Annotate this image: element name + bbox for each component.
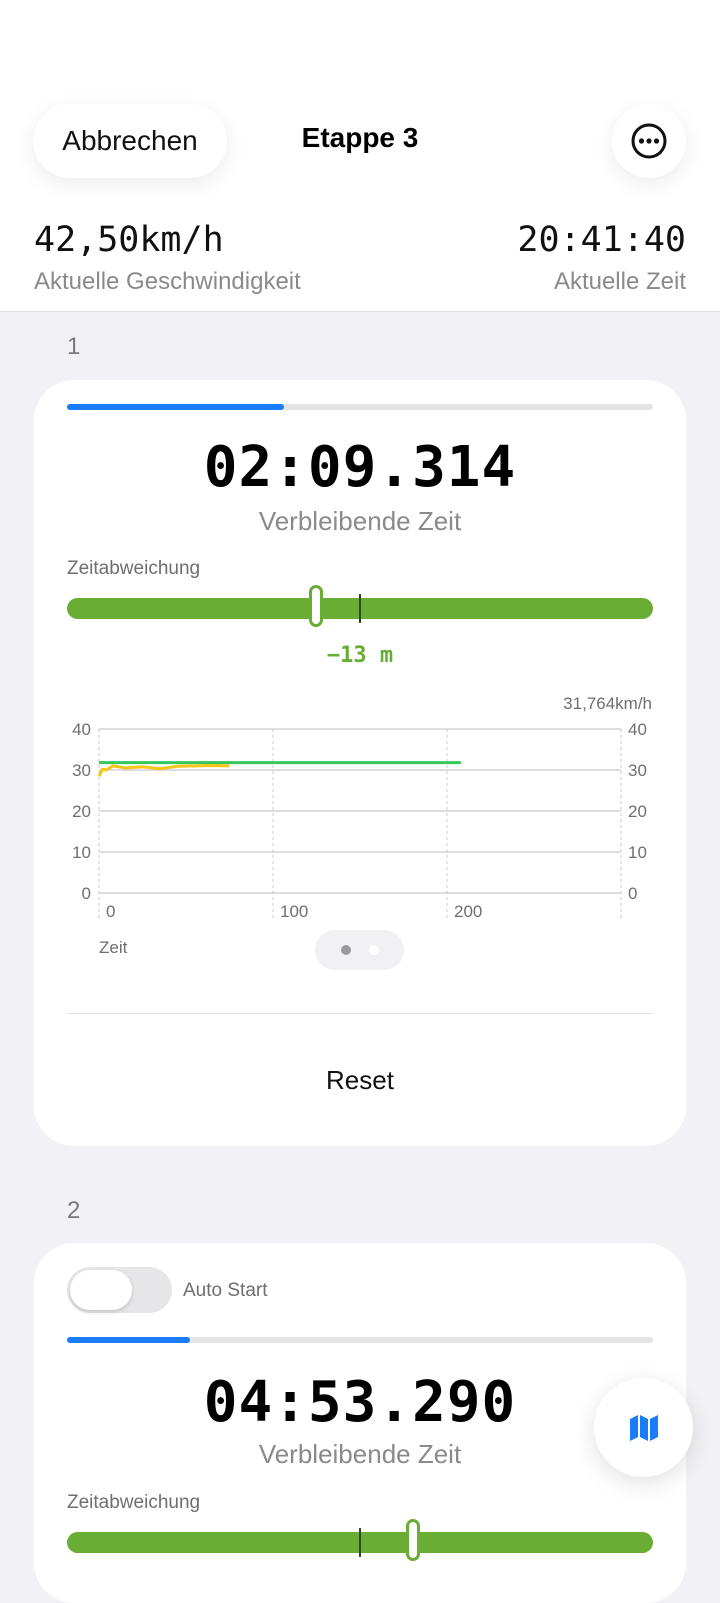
toggle-knob <box>70 1270 132 1310</box>
remaining-time: 02:09.314 <box>203 435 517 500</box>
stage-number: 2 <box>67 1197 81 1224</box>
remaining-time-label: Verbleibende Zeit <box>258 506 462 536</box>
ellipsis-circle-icon <box>631 123 667 159</box>
current-speed-label: Aktuelle Geschwindigkeit <box>34 268 301 295</box>
current-time-label: Aktuelle Zeit <box>553 268 686 295</box>
deviation-label: Zeitabweichung <box>67 558 201 579</box>
auto-start-label: Auto Start <box>183 1280 268 1301</box>
chart-page-indicator[interactable] <box>315 930 404 970</box>
x-axis-title: Zeit <box>99 938 128 957</box>
deviation-label: Zeitabweichung <box>67 1492 201 1513</box>
deviation-slider[interactable] <box>67 585 653 627</box>
map-icon <box>629 1414 658 1441</box>
auto-start-toggle[interactable] <box>67 1267 172 1313</box>
reset-button[interactable]: Reset <box>67 1048 653 1112</box>
stage-progress-fill <box>67 404 284 410</box>
more-button[interactable] <box>612 104 686 178</box>
stage-number: 1 <box>67 333 81 360</box>
page-dot-active <box>341 945 351 955</box>
average-speed-label: 31,764km/h <box>563 694 652 713</box>
deviation-slider[interactable] <box>67 1519 653 1561</box>
divider <box>67 1013 653 1014</box>
stage-progress-fill <box>67 1337 191 1343</box>
stage-progress-bar <box>67 1337 653 1343</box>
deviation-center-tick <box>359 594 361 623</box>
stage-progress-bar <box>67 404 653 410</box>
deviation-center-tick <box>359 1528 361 1557</box>
current-speed-value: 42,50km/h <box>34 220 224 260</box>
deviation-slider-thumb[interactable] <box>309 585 324 627</box>
deviation-slider-thumb[interactable] <box>405 1519 420 1561</box>
current-time-value: 20:41:40 <box>517 220 686 260</box>
map-button[interactable] <box>594 1378 693 1477</box>
page-dot <box>369 945 379 955</box>
deviation-value: −13 m <box>326 643 394 668</box>
header: Abbrechen Etappe 3 42,50km/h Aktuelle Ge… <box>0 0 720 312</box>
